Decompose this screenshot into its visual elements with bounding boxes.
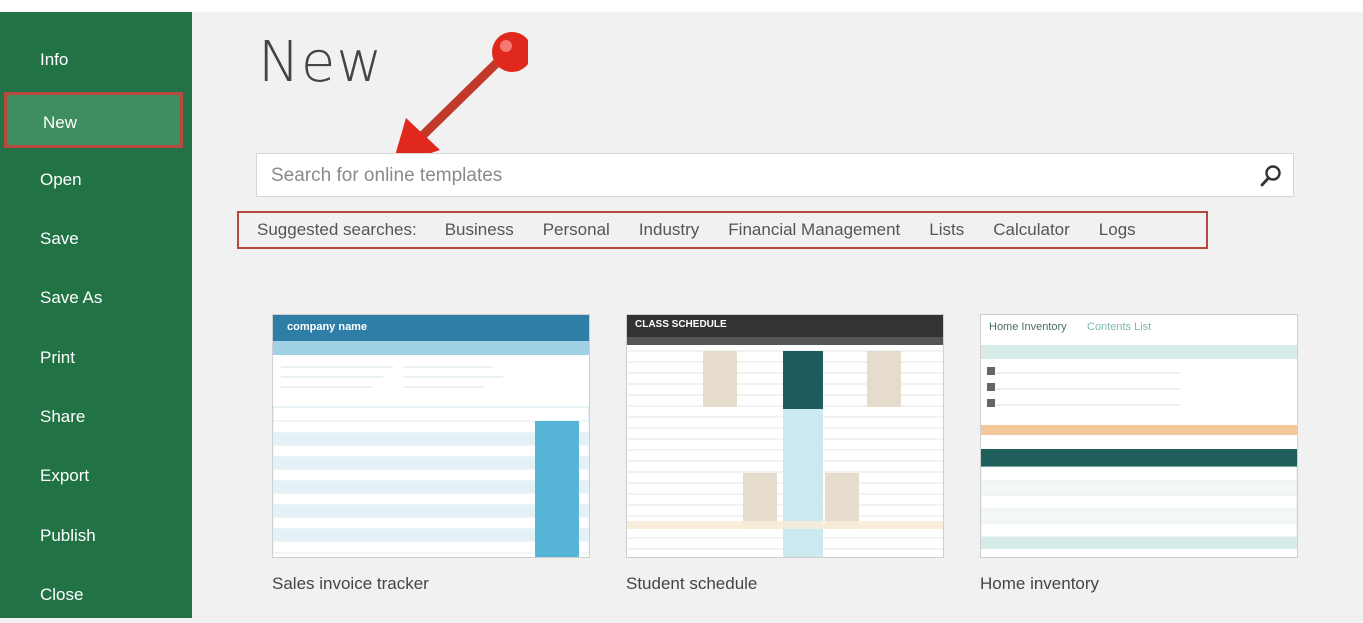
suggest-business[interactable]: Business bbox=[445, 220, 514, 240]
suggested-searches-label: Suggested searches: bbox=[257, 220, 417, 239]
nav-save[interactable]: Save bbox=[0, 211, 192, 267]
template-thumbnail[interactable]: company name bbox=[272, 314, 590, 558]
nav-save-as[interactable]: Save As bbox=[0, 270, 192, 326]
template-name: Sales invoice tracker bbox=[272, 574, 429, 593]
template-name: Student schedule bbox=[626, 574, 758, 593]
template-thumbnail[interactable]: CLASS SCHEDULE bbox=[626, 314, 944, 558]
nav-export[interactable]: Export bbox=[0, 448, 192, 504]
template-header-text: company name bbox=[287, 321, 368, 333]
nav-info[interactable]: Info bbox=[0, 32, 192, 88]
search-icon[interactable] bbox=[1257, 162, 1285, 190]
template-card-student-schedule[interactable]: CLASS SCHEDULE Student schedule bbox=[626, 314, 944, 594]
nav-close[interactable]: Close bbox=[0, 567, 192, 623]
template-search-box bbox=[256, 153, 1294, 197]
template-card-sales-invoice[interactable]: company name Sales invoice tracker bbox=[272, 314, 590, 594]
page-title: New bbox=[258, 30, 384, 95]
template-name: Home inventory bbox=[980, 574, 1100, 593]
template-header-text: Home Inventory bbox=[989, 321, 1067, 333]
nav-share[interactable]: Share bbox=[0, 389, 192, 445]
suggest-personal[interactable]: Personal bbox=[543, 220, 610, 240]
template-subheader-text: Contents List bbox=[1087, 321, 1152, 333]
suggest-lists[interactable]: Lists bbox=[929, 220, 964, 240]
nav-publish[interactable]: Publish bbox=[0, 508, 192, 564]
backstage-sidebar: Info New Open Save Save As Print Share E… bbox=[0, 12, 192, 618]
template-thumbnail[interactable]: Home Inventory Contents List bbox=[980, 314, 1298, 558]
suggested-searches: Suggested searches: Business Personal In… bbox=[237, 211, 1208, 249]
suggest-industry[interactable]: Industry bbox=[639, 220, 699, 240]
top-strip bbox=[0, 0, 1363, 12]
search-input[interactable] bbox=[269, 162, 1233, 190]
suggest-calculator[interactable]: Calculator bbox=[993, 220, 1070, 240]
template-card-home-inventory[interactable]: Home Inventory Contents List Home invent… bbox=[980, 314, 1298, 594]
nav-print[interactable]: Print bbox=[0, 330, 192, 386]
main-panel: New Suggested searches: Business Persona… bbox=[192, 12, 1363, 618]
suggest-financial-management[interactable]: Financial Management bbox=[728, 220, 900, 240]
suggest-logs[interactable]: Logs bbox=[1099, 220, 1136, 240]
nav-new[interactable]: New bbox=[4, 92, 183, 148]
template-header-text: CLASS SCHEDULE bbox=[635, 319, 727, 330]
nav-open[interactable]: Open bbox=[0, 152, 192, 208]
